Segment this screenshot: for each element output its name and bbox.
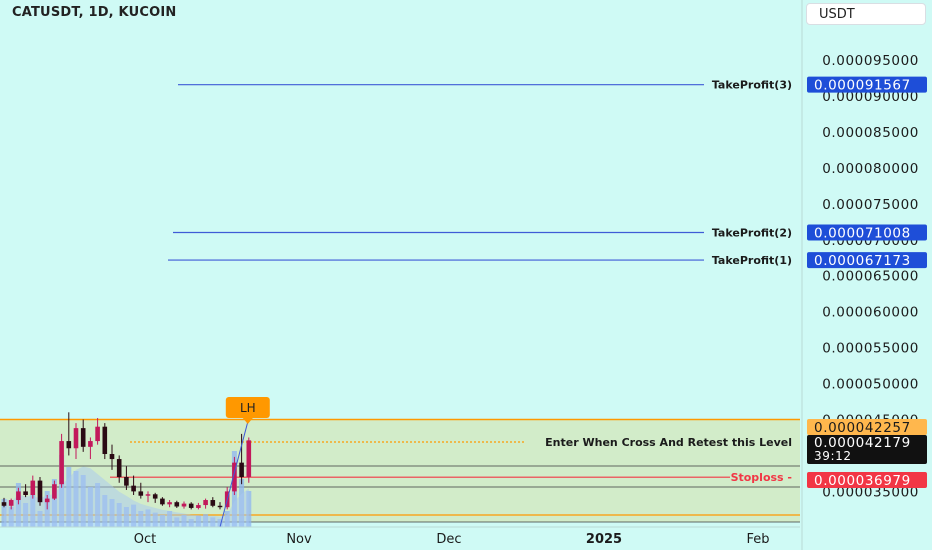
candle-body	[30, 480, 36, 495]
take-profit-label: TakeProfit(3)	[712, 79, 792, 92]
price-tick-label: 0.000060000	[822, 305, 919, 321]
price-tick-label: 0.000065000	[822, 269, 919, 285]
price-tick-label: 0.000080000	[822, 161, 919, 177]
candle-body	[109, 454, 115, 460]
candle-body	[124, 477, 129, 486]
time-tick-label: Oct	[134, 532, 156, 547]
price-tick-label: 0.000085000	[822, 125, 919, 141]
entry-level-label: Enter When Cross And Retest this Level	[545, 436, 792, 449]
entry-badge-label: 0.000042257	[814, 420, 911, 436]
candle-body	[88, 441, 93, 447]
candle-body	[167, 502, 172, 505]
candle-body	[131, 485, 136, 492]
candle-body	[145, 494, 151, 496]
time-tick-label: Nov	[286, 532, 312, 547]
candle-body	[44, 498, 50, 503]
stoploss-badge-label: 0.000036979	[814, 473, 911, 489]
candle-body	[52, 484, 57, 499]
candle-body	[138, 491, 144, 496]
stoploss-label: Stoploss -	[731, 471, 792, 484]
take-profit-label: TakeProfit(2)	[712, 227, 792, 240]
candle-body	[102, 426, 108, 455]
candle-body	[188, 503, 194, 508]
candle-body	[95, 426, 100, 442]
candle-body	[181, 503, 187, 507]
candle-body	[152, 494, 158, 499]
candle-body	[203, 500, 208, 506]
time-tick-label: 2025	[586, 532, 622, 547]
candle-body	[59, 441, 64, 485]
lh-label: LH	[240, 401, 256, 415]
candle-body	[80, 428, 86, 447]
price-tick-label: 0.000075000	[822, 197, 919, 213]
candle-body	[37, 480, 43, 503]
candle-body	[217, 505, 223, 508]
price-tick-label: 0.000055000	[822, 341, 919, 357]
candle-body	[23, 491, 28, 495]
candle-body	[174, 502, 180, 507]
countdown-label: 39:12	[814, 449, 852, 463]
take-profit-label: TakeProfit(1)	[712, 254, 792, 267]
take-profit-badge-label: 0.000071008	[814, 226, 911, 242]
candle-body	[210, 500, 216, 506]
time-axis: Oct Nov Dec 2025 Feb	[0, 526, 800, 547]
candle-body	[239, 462, 244, 478]
price-tick-label: 0.000050000	[822, 377, 919, 393]
time-tick-label: Dec	[436, 532, 461, 547]
take-profit-badge-label: 0.000091567	[814, 78, 911, 94]
candle-body	[196, 505, 201, 508]
candle-body	[116, 459, 122, 478]
price-tick-label: 0.000095000	[822, 53, 919, 69]
take-profit-badge-label: 0.000067173	[814, 253, 911, 269]
candle-body	[160, 498, 165, 505]
candle-body	[8, 500, 14, 506]
candle-body	[66, 441, 72, 449]
candle-body	[16, 491, 21, 501]
candle-body	[1, 502, 7, 506]
candle-body	[73, 428, 79, 449]
price-chart[interactable]: TakeProfit(3) TakeProfit(2) TakeProfit(1) E…	[0, 0, 932, 550]
candle-body	[246, 440, 252, 478]
time-tick-label: Feb	[746, 532, 769, 547]
